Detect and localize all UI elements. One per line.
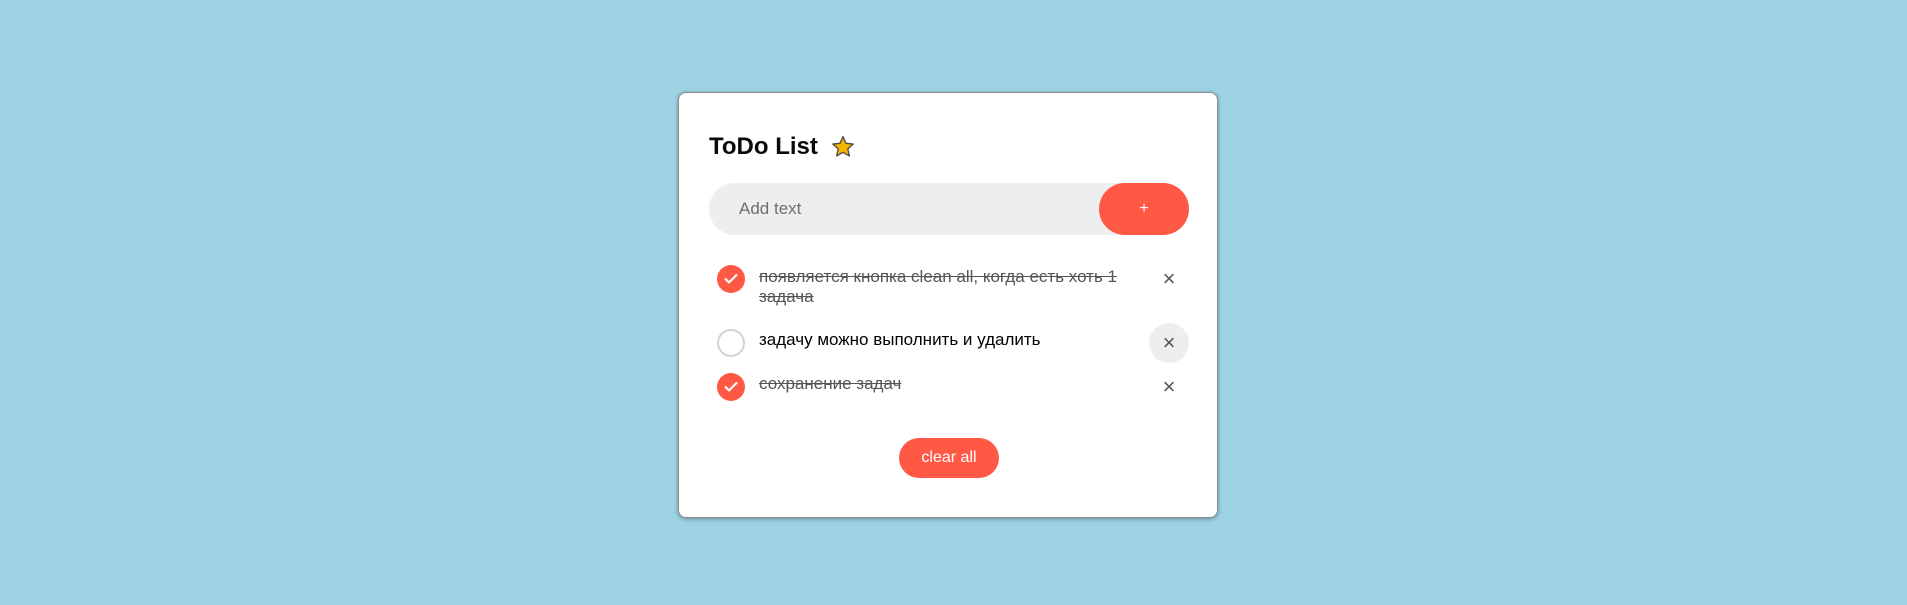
task-input[interactable] (709, 183, 1119, 235)
checkmark-icon (724, 274, 738, 284)
add-task-button[interactable]: + (1099, 183, 1189, 235)
todo-card: ToDo List + появляется кнопка clean all,… (678, 92, 1218, 518)
list-item: сохранение задач × (709, 373, 1189, 403)
close-icon[interactable]: × (1149, 323, 1189, 363)
task-text[interactable]: задачу можно выполнить и удалить (759, 330, 1139, 350)
app-title: ToDo List (709, 133, 818, 160)
close-icon[interactable]: × (1149, 367, 1189, 407)
close-icon[interactable]: × (1149, 259, 1189, 299)
clear-all-button[interactable]: clear all (899, 438, 999, 478)
checkbox-checked[interactable] (717, 373, 745, 401)
header: ToDo List (709, 133, 856, 161)
checkbox-unchecked[interactable] (717, 329, 745, 357)
task-text[interactable]: появляется кнопка clean all, когда есть … (759, 267, 1139, 307)
star-icon (830, 134, 856, 160)
task-text[interactable]: сохранение задач (759, 374, 1139, 394)
checkbox-checked[interactable] (717, 265, 745, 293)
list-item: задачу можно выполнить и удалить × (709, 323, 1189, 369)
list-item: появляется кнопка clean all, когда есть … (709, 265, 1189, 309)
checkmark-icon (724, 382, 738, 392)
task-input-row: + (709, 183, 1189, 235)
